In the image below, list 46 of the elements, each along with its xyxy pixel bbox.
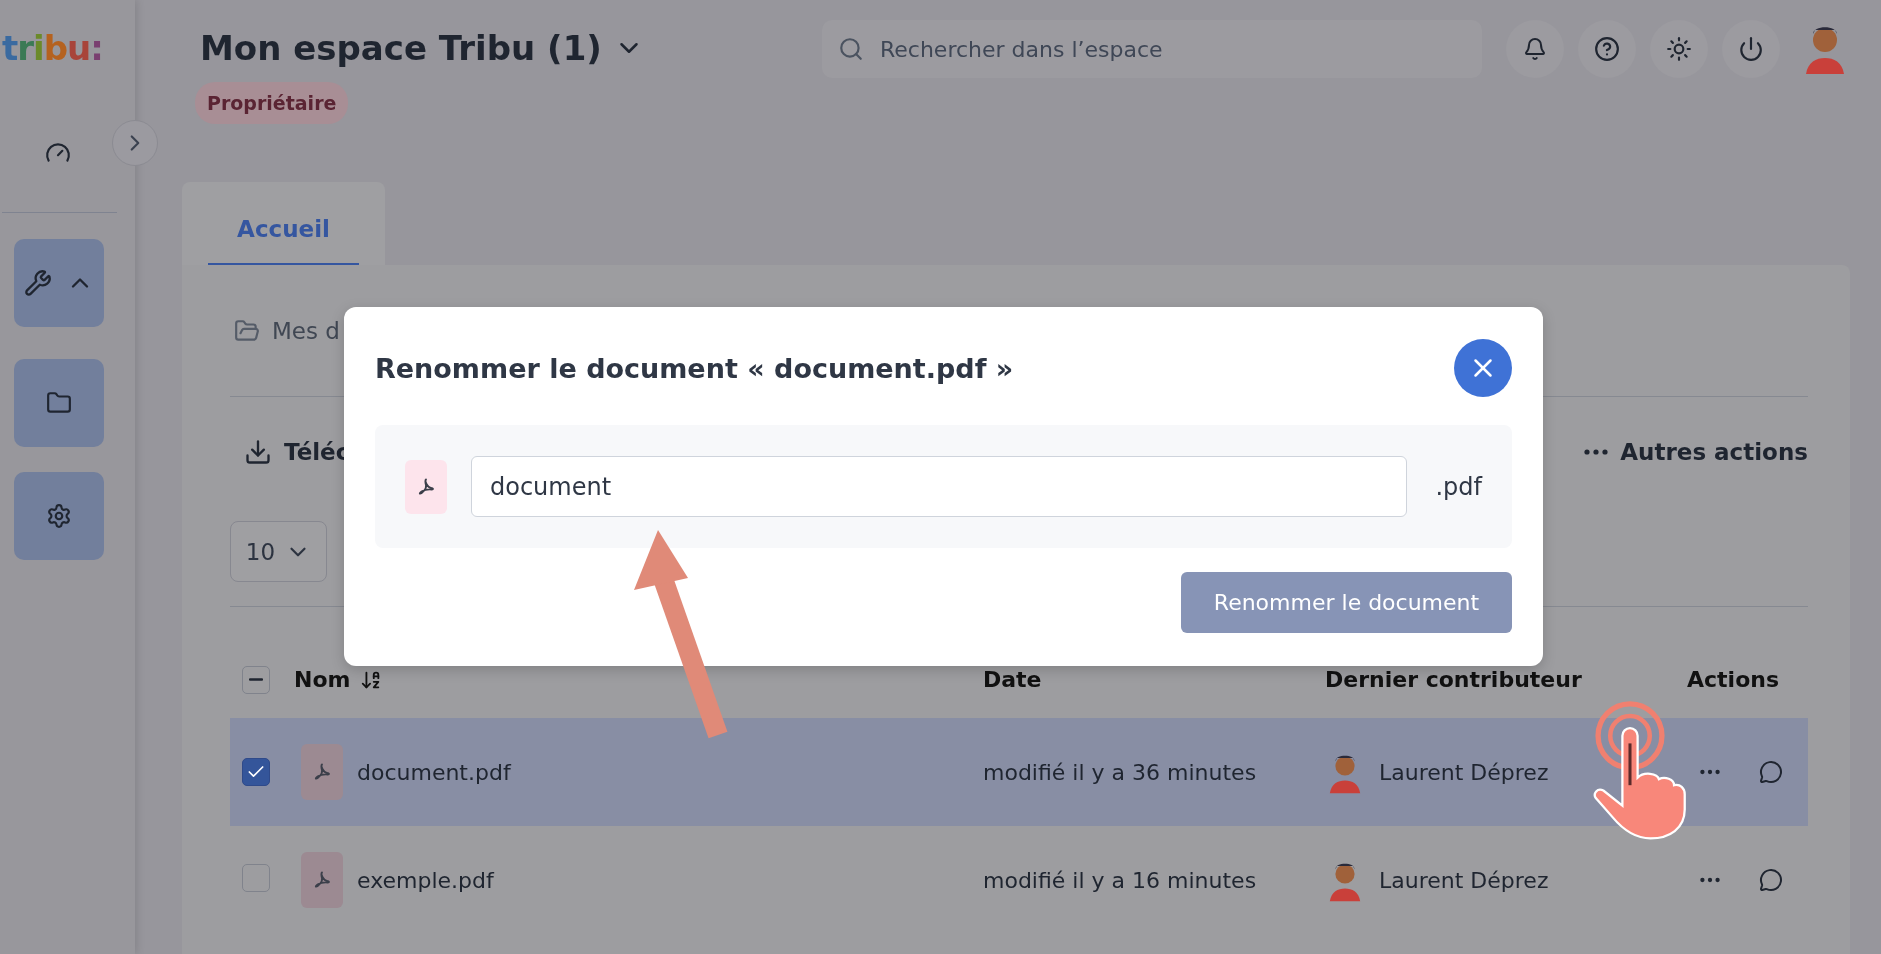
folder-icon bbox=[234, 317, 260, 344]
column-header: Dernier contributeur bbox=[1325, 667, 1583, 692]
tools-menu-button[interactable] bbox=[13, 239, 104, 327]
bell-icon bbox=[1523, 37, 1547, 61]
help-icon bbox=[1594, 36, 1620, 62]
row-checkbox[interactable] bbox=[242, 864, 270, 892]
search-field[interactable]: Rechercher dans l’espace bbox=[822, 20, 1482, 78]
close-button[interactable] bbox=[1454, 339, 1512, 397]
settings-icon bbox=[45, 503, 72, 529]
power-icon bbox=[1738, 36, 1764, 62]
file-name-input[interactable]: document bbox=[471, 456, 1408, 517]
folder-icon bbox=[45, 390, 72, 416]
contributor-name: Laurent Déprez bbox=[1379, 867, 1549, 893]
table-row[interactable]: exemple.pdf modifié il y a 16 minutes Laurent Déprez bbox=[230, 826, 1808, 934]
settings-button[interactable] bbox=[13, 472, 104, 560]
file-extension: .pdf bbox=[1435, 472, 1482, 501]
sun-icon bbox=[1666, 36, 1692, 62]
table-row[interactable]: document.pdf modifié il y a 36 minutes Laurent Déprez bbox=[230, 718, 1808, 826]
file-name[interactable]: exemple.pdf bbox=[357, 867, 494, 893]
column-header[interactable]: Nom bbox=[294, 667, 983, 692]
pdf-icon bbox=[416, 476, 436, 497]
row-checkbox[interactable] bbox=[242, 758, 270, 786]
minus-icon bbox=[249, 678, 263, 681]
comment-icon[interactable] bbox=[1759, 868, 1783, 892]
space-title-dropdown[interactable]: Mon espace Tribu (1) bbox=[200, 28, 644, 68]
documents-button[interactable] bbox=[13, 359, 104, 447]
pdf-icon bbox=[312, 762, 332, 782]
file-name[interactable]: document.pdf bbox=[357, 759, 511, 785]
search-icon bbox=[838, 36, 864, 62]
pdf-icon bbox=[312, 870, 332, 890]
select-all-checkbox[interactable] bbox=[242, 665, 270, 694]
more-actions-button[interactable]: Autres actions bbox=[1584, 439, 1808, 465]
download-button[interactable]: Téléc bbox=[244, 438, 350, 466]
page-size-select[interactable]: 10 bbox=[230, 521, 327, 582]
breadcrumb[interactable]: Mes d bbox=[272, 317, 340, 344]
wrench-icon bbox=[23, 269, 52, 297]
contributor-name: Laurent Déprez bbox=[1379, 759, 1549, 785]
more-icon bbox=[1584, 449, 1609, 455]
date-cell-text: modifié il y a 16 minutes bbox=[983, 867, 1258, 893]
date-cell-text: modifié il y a 36 minutes bbox=[983, 759, 1258, 785]
column-header: Date bbox=[983, 667, 1043, 692]
role-badge: Propriétaire bbox=[195, 82, 349, 124]
dialog-title: Renommer le document « document.pdf » bbox=[375, 352, 1014, 384]
column-header: Actions bbox=[1687, 667, 1780, 692]
comment-icon[interactable] bbox=[1759, 760, 1783, 784]
download-icon bbox=[244, 438, 272, 466]
